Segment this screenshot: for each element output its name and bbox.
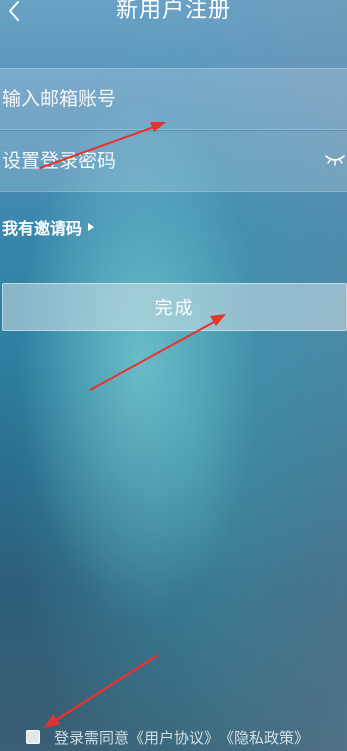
- done-button-label: 完成: [154, 298, 195, 319]
- agreement-prefix: 登录需同意: [54, 728, 130, 747]
- password-visibility-toggle[interactable]: [323, 150, 347, 170]
- page-title: 新用户注册: [115, 0, 231, 23]
- field-divider-middle: [0, 129, 347, 130]
- email-input[interactable]: [0, 79, 302, 119]
- field-divider-bottom: [0, 191, 347, 192]
- agreement-checkbox[interactable]: [26, 730, 40, 744]
- privacy-policy-link[interactable]: 《隐私政策》: [219, 727, 309, 748]
- email-field-row: [0, 69, 347, 129]
- invite-code-toggle[interactable]: 我有邀请码: [2, 216, 95, 238]
- invite-code-label: 我有邀请码: [2, 219, 83, 238]
- password-input[interactable]: [0, 141, 302, 181]
- done-button[interactable]: 完成: [2, 283, 347, 331]
- password-field-row: [0, 131, 347, 191]
- agreement-row: 登录需同意 《用户协议》 《隐私政策》: [26, 726, 309, 748]
- header-bar: 新用户注册: [0, 0, 347, 32]
- triangle-right-icon: [88, 223, 95, 231]
- eye-closed-icon: [325, 155, 345, 166]
- user-agreement-link[interactable]: 《用户协议》: [129, 727, 219, 748]
